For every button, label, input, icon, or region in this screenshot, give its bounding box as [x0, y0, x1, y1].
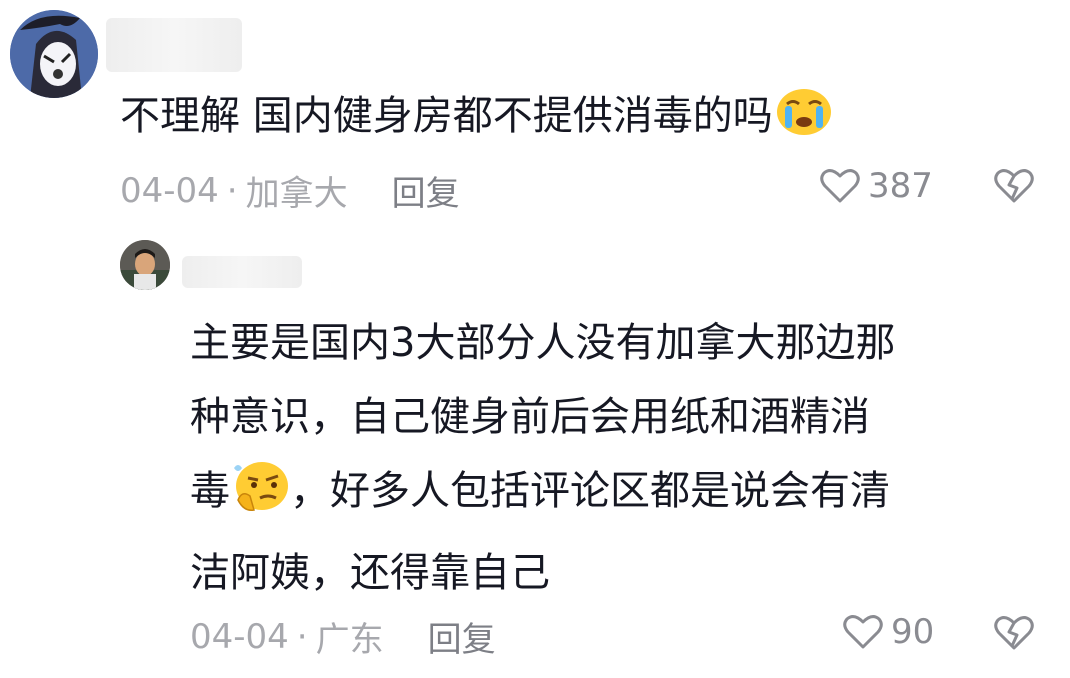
like-button[interactable]: 387 [820, 166, 933, 206]
comment-text: 主要是国内3大部分人没有加拿大那边那 种意识，自己健身前后会用纸和酒精消 毒，好… [190, 320, 896, 596]
comment-text: 不理解 国内健身房都不提供消毒的吗 [120, 87, 833, 148]
avatar-image [120, 240, 170, 290]
crying-face-emoji [775, 87, 833, 148]
like-count: 387 [868, 166, 933, 206]
heart-icon [843, 615, 883, 649]
comment-date: 04-04 [120, 170, 219, 211]
avatar-image [10, 10, 98, 98]
separator-dot: · [226, 170, 238, 211]
like-button[interactable]: 90 [843, 612, 934, 652]
thinking-face-emoji [232, 460, 290, 536]
like-count: 90 [891, 612, 935, 652]
user-avatar[interactable] [120, 240, 170, 290]
username-redacted [106, 18, 242, 72]
comment-meta: 04-04 · 广东 回复 [190, 612, 496, 661]
username-redacted [182, 256, 302, 288]
comment-date: 04-04 [190, 616, 289, 657]
separator-dot: · [296, 616, 308, 657]
user-avatar[interactable] [10, 10, 98, 98]
dislike-button[interactable] [994, 168, 1034, 208]
broken-heart-icon [994, 616, 1034, 650]
comment-location: 广东 [315, 620, 384, 660]
comment-meta: 04-04 · 加拿大 回复 [120, 166, 460, 215]
dislike-button[interactable] [994, 615, 1034, 655]
broken-heart-icon [994, 169, 1034, 203]
reply-button[interactable]: 回复 [392, 166, 460, 215]
reply-button[interactable]: 回复 [428, 612, 496, 661]
heart-icon [820, 169, 860, 203]
comment-location: 加拿大 [245, 174, 348, 214]
